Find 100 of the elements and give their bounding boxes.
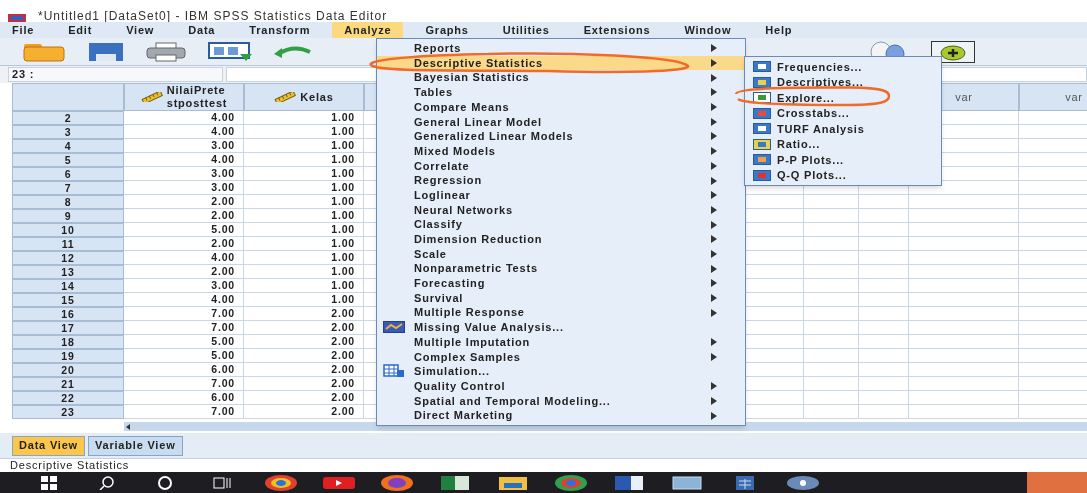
table-cell[interactable]	[804, 335, 859, 349]
table-cell[interactable]	[859, 251, 909, 265]
table-cell[interactable]	[909, 363, 1019, 377]
menu-item[interactable]: Analyze	[332, 22, 404, 38]
table-cell[interactable]: 3.00	[124, 167, 244, 181]
table-cell[interactable]: 2.00	[124, 265, 244, 279]
menu-option[interactable]: Correlate	[377, 158, 745, 174]
table-cell[interactable]	[804, 293, 859, 307]
add-button-icon[interactable]	[931, 40, 975, 63]
dialog-recall-icon[interactable]	[208, 41, 252, 62]
table-cell[interactable]	[859, 307, 909, 321]
table-cell[interactable]	[909, 279, 1019, 293]
menu-option[interactable]: Missing Value Analysis...	[377, 320, 745, 335]
table-cell[interactable]	[909, 223, 1019, 237]
table-cell[interactable]	[859, 237, 909, 251]
table-cell[interactable]	[804, 251, 859, 265]
table-cell[interactable]	[909, 335, 1019, 349]
table-cell[interactable]: 1.00	[244, 265, 364, 279]
column-header[interactable]: var	[1019, 83, 1087, 111]
menu-item[interactable]: File	[0, 22, 47, 38]
row-number[interactable]: 20	[12, 363, 124, 377]
row-number[interactable]: 19	[12, 349, 124, 363]
row-number[interactable]: 10	[12, 223, 124, 237]
table-cell[interactable]: 4.00	[124, 153, 244, 167]
table-cell[interactable]	[804, 265, 859, 279]
menu-option[interactable]: P-P Plots...	[745, 152, 941, 168]
table-cell[interactable]: 7.00	[124, 307, 244, 321]
table-cell[interactable]: 1.00	[244, 195, 364, 209]
menu-option[interactable]: Compare Means	[377, 99, 745, 115]
table-cell[interactable]	[804, 195, 859, 209]
table-cell[interactable]	[859, 391, 909, 405]
table-cell[interactable]	[804, 223, 859, 237]
menu-option[interactable]: Ratio...	[745, 136, 941, 152]
table-cell[interactable]: 3.00	[124, 279, 244, 293]
menu-option[interactable]: Loglinear	[377, 187, 745, 203]
active-app-tile[interactable]	[1027, 472, 1087, 493]
table-cell[interactable]: 3.00	[124, 181, 244, 195]
menu-item[interactable]: Extensions	[571, 22, 663, 38]
table-cell[interactable]	[859, 377, 909, 391]
table-cell[interactable]: 2.00	[244, 377, 364, 391]
row-number[interactable]: 6	[12, 167, 124, 181]
row-number[interactable]: 11	[12, 237, 124, 251]
scroll-left-icon[interactable]	[124, 422, 132, 431]
menu-option[interactable]: Multiple Response	[377, 305, 745, 321]
table-cell[interactable]	[909, 293, 1019, 307]
table-cell[interactable]	[804, 237, 859, 251]
menu-item[interactable]: Graphs	[413, 22, 481, 38]
menu-option[interactable]: Generalized Linear Models	[377, 129, 745, 144]
table-cell[interactable]: 1.00	[244, 139, 364, 153]
table-cell[interactable]: 4.00	[124, 125, 244, 139]
menu-option[interactable]: Complex Samples	[377, 349, 745, 365]
table-cell[interactable]: 1.00	[244, 209, 364, 223]
table-cell[interactable]	[909, 195, 1019, 209]
menu-option[interactable]: Bayesian Statistics	[377, 70, 745, 86]
row-number[interactable]: 18	[12, 335, 124, 349]
table-cell[interactable]: 1.00	[244, 223, 364, 237]
row-number[interactable]: 5	[12, 153, 124, 167]
menu-item[interactable]: Window	[672, 22, 744, 38]
table-cell[interactable]	[804, 279, 859, 293]
table-cell[interactable]: 2.00	[244, 363, 364, 377]
menu-option[interactable]: Forecasting	[377, 276, 745, 291]
menu-option[interactable]: Survival	[377, 290, 745, 306]
row-number[interactable]: 7	[12, 181, 124, 195]
table-cell[interactable]: 5.00	[124, 223, 244, 237]
undo-icon[interactable]	[274, 43, 314, 60]
menu-option[interactable]: TURF Analysis	[745, 121, 941, 137]
table-cell[interactable]: 1.00	[244, 237, 364, 251]
column-header[interactable]: NilaiPrete stposttest	[124, 83, 244, 111]
table-cell[interactable]	[859, 405, 909, 419]
table-cell[interactable]	[804, 391, 859, 405]
row-number[interactable]: 4	[12, 139, 124, 153]
table-cell[interactable]: 5.00	[124, 335, 244, 349]
table-cell[interactable]: 2.00	[244, 321, 364, 335]
menu-item[interactable]: Data	[176, 22, 228, 38]
table-cell[interactable]	[804, 405, 859, 419]
menu-option[interactable]: Nonparametric Tests	[377, 261, 745, 276]
menu-option[interactable]: Regression	[377, 173, 745, 188]
table-cell[interactable]	[909, 377, 1019, 391]
row-number[interactable]: 9	[12, 209, 124, 223]
row-number[interactable]: 14	[12, 279, 124, 293]
table-cell[interactable]	[804, 363, 859, 377]
table-cell[interactable]	[909, 209, 1019, 223]
save-icon[interactable]	[88, 41, 124, 62]
table-cell[interactable]	[859, 293, 909, 307]
table-cell[interactable]	[804, 307, 859, 321]
menu-option[interactable]: Neural Networks	[377, 202, 745, 218]
row-number[interactable]: 17	[12, 321, 124, 335]
table-cell[interactable]: 2.00	[124, 237, 244, 251]
table-cell[interactable]: 1.00	[244, 251, 364, 265]
row-number[interactable]: 8	[12, 195, 124, 209]
menu-item[interactable]: Transform	[237, 22, 323, 38]
table-cell[interactable]	[859, 349, 909, 363]
row-number[interactable]: 21	[12, 377, 124, 391]
table-cell[interactable]	[859, 209, 909, 223]
table-cell[interactable]: 2.00	[124, 195, 244, 209]
table-cell[interactable]	[909, 405, 1019, 419]
table-cell[interactable]: 6.00	[124, 391, 244, 405]
table-cell[interactable]	[804, 209, 859, 223]
column-header[interactable]: Kelas	[244, 83, 364, 111]
table-cell[interactable]	[859, 265, 909, 279]
